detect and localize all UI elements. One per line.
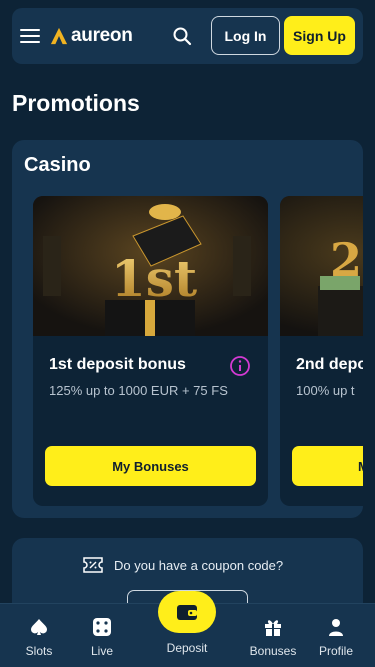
login-button[interactable]: Log In — [211, 16, 280, 55]
coupon-icon — [83, 557, 103, 573]
coupon-prompt: Do you have a coupon code? — [82, 556, 283, 574]
promo-image: 2 — [280, 196, 363, 336]
wallet-icon — [177, 605, 197, 620]
top-header: aureon Log In Sign Up — [12, 8, 363, 64]
gift-icon — [262, 616, 284, 638]
brand-logo[interactable]: aureon — [50, 25, 133, 47]
nav-label: Live — [90, 644, 113, 658]
my-bonuses-button[interactable]: My Bonuses — [45, 446, 256, 486]
nav-slots[interactable]: Slots — [9, 604, 69, 667]
nav-label: Deposit — [166, 641, 208, 655]
nav-label: Profile — [318, 644, 353, 658]
promo-card: 1st 1st deposit bonus 125% up to 1000 EU… — [33, 196, 268, 506]
search-icon[interactable] — [172, 26, 192, 46]
promo-subtitle: 125% up to 1000 EUR + 75 FS — [49, 383, 228, 398]
casino-section: Casino 1st 1st deposit bonus 125% up to … — [12, 140, 363, 518]
promo-badge-text: 2 — [330, 233, 362, 287]
nav-profile[interactable]: Profile — [306, 604, 366, 667]
signup-button[interactable]: Sign Up — [284, 16, 355, 55]
promo-title: 2nd depo — [296, 356, 363, 373]
promo-badge-text: 1st — [111, 249, 197, 308]
spade-icon — [28, 616, 50, 638]
promo-image: 1st — [33, 196, 268, 336]
page-title: Promotions — [12, 90, 140, 116]
promo-subtitle: 100% up t — [296, 383, 355, 398]
menu-icon[interactable] — [20, 28, 40, 44]
nav-label: Bonuses — [249, 644, 297, 658]
info-icon[interactable] — [229, 355, 251, 377]
deposit-button[interactable] — [158, 591, 216, 633]
section-title: Casino — [24, 154, 91, 176]
dice-icon — [91, 616, 113, 638]
nav-live[interactable]: Live — [72, 604, 132, 667]
brand-name: aureon — [71, 25, 133, 46]
promo-card: 2 2nd depo 100% up t M — [280, 196, 363, 506]
nav-label: Slots — [25, 644, 53, 658]
logo-icon — [50, 27, 68, 45]
nav-bonuses[interactable]: Bonuses — [243, 604, 303, 667]
my-bonuses-button[interactable]: M — [292, 446, 363, 486]
person-icon — [325, 616, 347, 638]
promo-title: 1st deposit bonus — [49, 356, 186, 373]
coupon-question: Do you have a coupon code? — [114, 557, 284, 573]
